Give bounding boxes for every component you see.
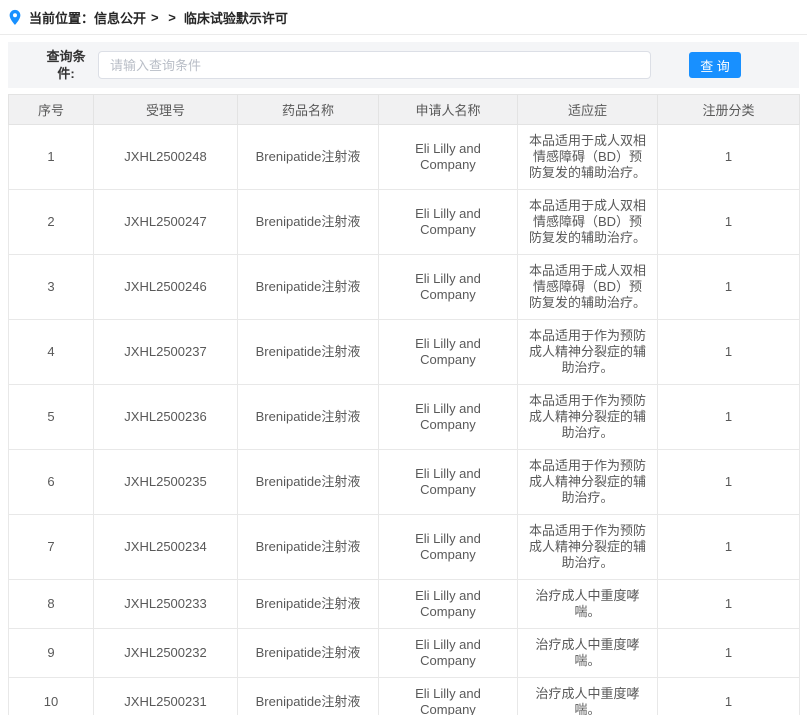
cell-registration-category: 1: [658, 580, 800, 629]
cell-indication: 本品适用于成人双相情感障碍（BD）预防复发的辅助治疗。: [518, 190, 658, 255]
table-row: 9 JXHL2500232 Brenipatide注射液 Eli Lilly a…: [9, 629, 800, 678]
cell-applicant-name: Eli Lilly and Company: [379, 580, 518, 629]
cell-applicant-name: Eli Lilly and Company: [379, 125, 518, 190]
cell-drug-name: Brenipatide注射液: [238, 450, 379, 515]
cell-applicant-name: Eli Lilly and Company: [379, 450, 518, 515]
cell-index: 8: [9, 580, 94, 629]
col-header-acceptance-no: 受理号: [94, 95, 238, 125]
cell-drug-name: Brenipatide注射液: [238, 320, 379, 385]
cell-registration-category: 1: [658, 678, 800, 715]
cell-index: 6: [9, 450, 94, 515]
location-pin-icon: [8, 9, 22, 26]
cell-indication: 本品适用于作为预防成人精神分裂症的辅助治疗。: [518, 450, 658, 515]
cell-drug-name: Brenipatide注射液: [238, 580, 379, 629]
cell-drug-name: Brenipatide注射液: [238, 385, 379, 450]
breadcrumb-link-info-disclosure[interactable]: 信息公开: [94, 8, 146, 27]
cell-applicant-name: Eli Lilly and Company: [379, 629, 518, 678]
table-row: 3 JXHL2500246 Brenipatide注射液 Eli Lilly a…: [9, 255, 800, 320]
cell-index: 3: [9, 255, 94, 320]
table-row: 1 JXHL2500248 Brenipatide注射液 Eli Lilly a…: [9, 125, 800, 190]
table-row: 6 JXHL2500235 Brenipatide注射液 Eli Lilly a…: [9, 450, 800, 515]
cell-indication: 治疗成人中重度哮喘。: [518, 580, 658, 629]
cell-drug-name: Brenipatide注射液: [238, 678, 379, 715]
cell-indication: 本品适用于作为预防成人精神分裂症的辅助治疗。: [518, 385, 658, 450]
query-button[interactable]: 查 询: [689, 52, 741, 78]
cell-applicant-name: Eli Lilly and Company: [379, 515, 518, 580]
cell-registration-category: 1: [658, 629, 800, 678]
col-header-index: 序号: [9, 95, 94, 125]
cell-registration-category: 1: [658, 450, 800, 515]
cell-acceptance-number: JXHL2500236: [94, 385, 238, 450]
cell-index: 2: [9, 190, 94, 255]
table-row: 8 JXHL2500233 Brenipatide注射液 Eli Lilly a…: [9, 580, 800, 629]
cell-drug-name: Brenipatide注射液: [238, 125, 379, 190]
cell-index: 5: [9, 385, 94, 450]
cell-indication: 本品适用于成人双相情感障碍（BD）预防复发的辅助治疗。: [518, 255, 658, 320]
query-panel: 查询条件: 查 询: [8, 42, 799, 88]
query-input[interactable]: [98, 51, 651, 79]
cell-index: 10: [9, 678, 94, 715]
col-header-drug-name: 药品名称: [238, 95, 379, 125]
cell-drug-name: Brenipatide注射液: [238, 190, 379, 255]
table-row: 5 JXHL2500236 Brenipatide注射液 Eli Lilly a…: [9, 385, 800, 450]
table-row: 2 JXHL2500247 Brenipatide注射液 Eli Lilly a…: [9, 190, 800, 255]
cell-registration-category: 1: [658, 190, 800, 255]
cell-registration-category: 1: [658, 125, 800, 190]
cell-acceptance-number: JXHL2500233: [94, 580, 238, 629]
breadcrumb: 当前位置：信息公开 > > 临床试验默示许可: [0, 0, 807, 34]
table-header-row: 序号 受理号 药品名称 申请人名称 适应症 注册分类: [9, 95, 800, 125]
breadcrumb-label: 当前位置：: [29, 8, 94, 27]
cell-index: 7: [9, 515, 94, 580]
cell-applicant-name: Eli Lilly and Company: [379, 255, 518, 320]
cell-acceptance-number: JXHL2500247: [94, 190, 238, 255]
cell-drug-name: Brenipatide注射液: [238, 629, 379, 678]
breadcrumb-divider: [0, 34, 807, 35]
cell-registration-category: 1: [658, 385, 800, 450]
cell-acceptance-number: JXHL2500232: [94, 629, 238, 678]
cell-applicant-name: Eli Lilly and Company: [379, 678, 518, 715]
cell-indication: 本品适用于作为预防成人精神分裂症的辅助治疗。: [518, 515, 658, 580]
col-header-category: 注册分类: [658, 95, 800, 125]
col-header-applicant: 申请人名称: [379, 95, 518, 125]
cell-indication: 本品适用于作为预防成人精神分裂症的辅助治疗。: [518, 320, 658, 385]
cell-acceptance-number: JXHL2500235: [94, 450, 238, 515]
cell-drug-name: Brenipatide注射液: [238, 515, 379, 580]
cell-acceptance-number: JXHL2500246: [94, 255, 238, 320]
cell-index: 4: [9, 320, 94, 385]
col-header-indication: 适应症: [518, 95, 658, 125]
cell-drug-name: Brenipatide注射液: [238, 255, 379, 320]
cell-indication: 治疗成人中重度哮喘。: [518, 629, 658, 678]
cell-registration-category: 1: [658, 255, 800, 320]
cell-acceptance-number: JXHL2500237: [94, 320, 238, 385]
results-table: 序号 受理号 药品名称 申请人名称 适应症 注册分类 1 JXHL2500248…: [8, 94, 800, 715]
cell-indication: 本品适用于成人双相情感障碍（BD）预防复发的辅助治疗。: [518, 125, 658, 190]
cell-indication: 治疗成人中重度哮喘。: [518, 678, 658, 715]
table-row: 4 JXHL2500237 Brenipatide注射液 Eli Lilly a…: [9, 320, 800, 385]
query-condition-label: 查询条件:: [40, 48, 92, 82]
breadcrumb-current: 临床试验默示许可: [184, 8, 288, 27]
cell-acceptance-number: JXHL2500248: [94, 125, 238, 190]
cell-applicant-name: Eli Lilly and Company: [379, 190, 518, 255]
cell-acceptance-number: JXHL2500234: [94, 515, 238, 580]
cell-registration-category: 1: [658, 515, 800, 580]
cell-index: 1: [9, 125, 94, 190]
cell-registration-category: 1: [658, 320, 800, 385]
cell-acceptance-number: JXHL2500231: [94, 678, 238, 715]
cell-applicant-name: Eli Lilly and Company: [379, 385, 518, 450]
table-row: 7 JXHL2500234 Brenipatide注射液 Eli Lilly a…: [9, 515, 800, 580]
cell-index: 9: [9, 629, 94, 678]
breadcrumb-separator: > >: [151, 10, 179, 25]
cell-applicant-name: Eli Lilly and Company: [379, 320, 518, 385]
table-row: 10 JXHL2500231 Brenipatide注射液 Eli Lilly …: [9, 678, 800, 715]
